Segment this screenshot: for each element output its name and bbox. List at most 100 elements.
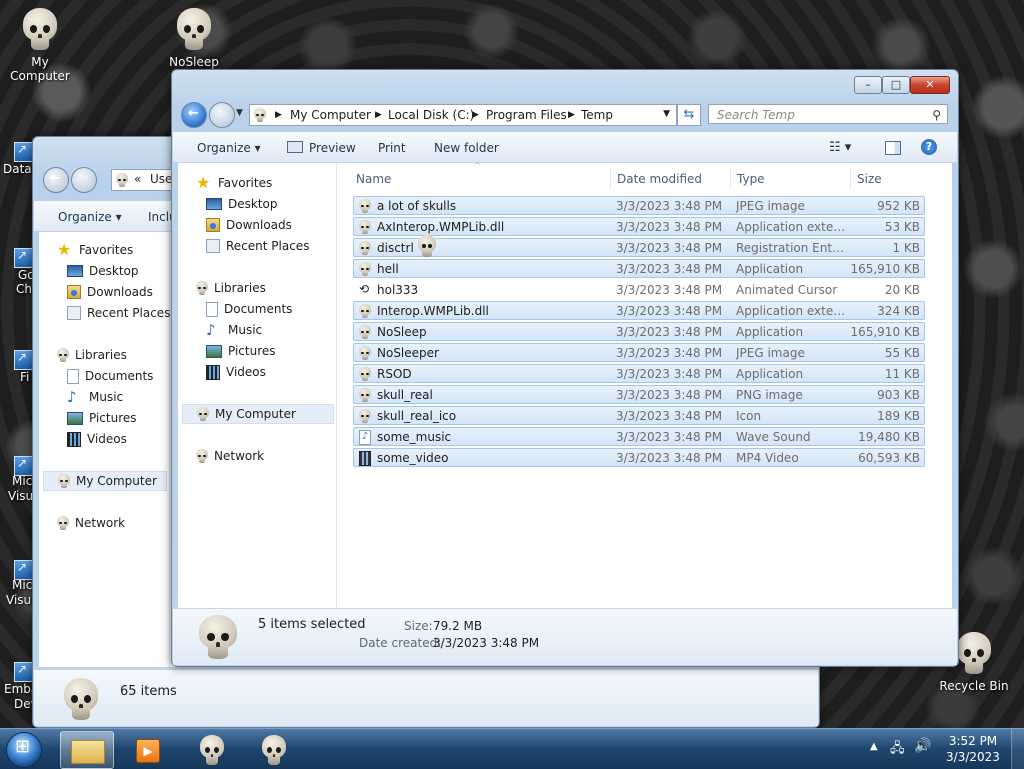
column-header-name[interactable]: Name [356,167,391,191]
desktop-icon-my-computer[interactable]: My Computer [0,8,80,83]
address-bar[interactable]: ▶ My Computer ▶ Local Disk (C:) ▶ Progra… [249,104,677,126]
nav-recent-places[interactable]: Recent Places [67,303,170,323]
nav-my-computer[interactable]: My Computer [43,471,167,491]
maximize-button[interactable]: □ [882,76,910,94]
file-row[interactable]: skull_real 3/3/2023 3:48 PM PNG image 903 K… [353,385,925,404]
main-explorer-window[interactable]: – □ ✕ ▼ ▶ My Computer ▶ Local Disk (C:) … [171,69,959,667]
file-row[interactable]: NoSleep 3/3/2023 3:48 PM Application 165,91… [353,322,925,341]
back-button[interactable] [43,167,69,193]
skull-icon [200,735,224,765]
file-row[interactable]: NoSleeper 3/3/2023 3:48 PM JPEG image 55 KB [353,343,925,362]
breadcrumb-separator-icon[interactable]: ▶ [375,107,382,123]
breadcrumb-local-disk[interactable]: Local Disk (C:) [388,107,474,123]
close-button[interactable]: ✕ [910,76,950,94]
start-button[interactable] [6,732,42,768]
clock[interactable]: 3:52 PM 3/3/2023 [940,733,1006,765]
back-button[interactable] [181,102,207,128]
desktop-icon [67,265,83,277]
recent-pages-dropdown-icon[interactable]: ▼ [236,108,243,118]
show-hidden-icons-icon[interactable]: ▲ [870,741,878,752]
nav-videos[interactable]: Videos [206,362,266,382]
nav-my-computer[interactable]: My Computer [182,404,334,424]
forward-button[interactable] [209,102,235,128]
file-row[interactable]: AxInterop.WMPLib.dll 3/3/2023 3:48 PM Appl… [353,217,925,236]
file-row[interactable]: RSOD 3/3/2023 3:48 PM Application 11 KB [353,364,925,383]
breadcrumb-my-computer[interactable]: My Computer [290,107,371,123]
shortcut-icon[interactable] [14,456,34,476]
shortcut-icon[interactable] [14,142,34,162]
show-desktop-button[interactable] [1011,729,1024,769]
address-dropdown-icon[interactable]: ▼ [663,109,670,119]
breadcrumb-separator-icon[interactable]: ▶ [568,107,575,123]
nav-recent-places[interactable]: Recent Places [206,236,309,256]
file-row[interactable]: skull_real_ico 3/3/2023 3:48 PM Icon 189 KB [353,406,925,425]
nav-music[interactable]: ♪ Music [67,387,123,407]
main-toolbar: Organize ▾ Preview Print New folder ☷ ▾ … [173,132,957,163]
nav-favorites[interactable]: ★ Favorites [196,173,272,193]
desktop-icon-nosleep[interactable]: NoSleep [154,8,234,69]
nav-documents[interactable]: Documents [206,299,292,319]
video-file-icon [359,451,371,466]
nav-downloads[interactable]: Downloads [67,282,153,302]
change-view-icon[interactable]: ☷ ▾ [829,139,851,157]
help-icon[interactable]: ? [921,139,937,155]
nav-desktop[interactable]: Desktop [206,194,278,214]
volume-icon[interactable]: 🔊 [914,738,931,754]
nav-videos[interactable]: Videos [67,429,127,449]
media-player-icon: ▶ [136,739,160,763]
nav-documents[interactable]: Documents [67,366,153,386]
taskbar-media-player-button[interactable]: ▶ [120,731,172,767]
breadcrumb-temp[interactable]: Temp [581,107,613,123]
file-row[interactable]: ♪ some_music 3/3/2023 3:48 PM Wave Sound 19,… [353,427,925,446]
network-icon[interactable]: 🖧 [890,739,905,761]
nav-libraries[interactable]: Libraries [57,345,127,365]
item-count: 65 items [120,684,177,699]
nav-pictures[interactable]: Pictures [206,341,276,361]
nav-pictures[interactable]: Pictures [67,408,137,428]
nav-libraries[interactable]: Libraries [196,278,266,298]
taskbar-skull-app-button[interactable] [248,731,300,767]
search-input[interactable]: Search Temp ⚲ [708,104,948,124]
breadcrumb-program-files[interactable]: Program Files [486,107,567,123]
breadcrumb-separator-icon[interactable]: ▶ [275,107,282,123]
print-button[interactable]: Print [378,139,406,157]
file-row[interactable]: hell 3/3/2023 3:48 PM Application 165,910 K… [353,259,925,278]
address-bar[interactable]: « Use [111,169,173,191]
shortcut-icon[interactable] [14,350,34,370]
file-row[interactable]: some_video 3/3/2023 3:48 PM MP4 Video 60,59… [353,448,925,467]
downloads-icon [67,285,81,299]
shortcut-icon[interactable] [14,560,34,580]
preview-pane-icon[interactable] [885,141,901,155]
nav-favorites[interactable]: ★ Favorites [57,240,133,260]
shortcut-icon[interactable] [14,662,34,682]
preview-button[interactable]: Preview [287,139,356,157]
file-row[interactable]: ⟲ hol333 3/3/2023 3:48 PM Animated Cursor 20… [353,280,925,299]
organize-button[interactable]: Organize ▾ [58,208,122,226]
file-row[interactable]: Interop.WMPLib.dll 3/3/2023 3:48 PM Applic… [353,301,925,320]
file-row[interactable]: disctrl 3/3/2023 3:48 PM Registration Entr… [353,238,925,257]
forward-button[interactable] [71,167,97,193]
refresh-button[interactable]: ⇆ [677,104,701,126]
nav-downloads[interactable]: Downloads [206,215,292,235]
shortcut-icon[interactable] [14,248,34,268]
nav-desktop[interactable]: Desktop [67,261,139,281]
nav-network[interactable]: Network [196,446,264,466]
nav-network[interactable]: Network [57,513,125,533]
skull-icon [177,8,211,50]
desktop-icon-label: NoSleep [169,55,219,69]
taskbar-explorer-button[interactable] [60,731,114,769]
videos-icon [67,431,81,447]
pictures-icon [67,411,83,425]
column-header-type[interactable]: Type [737,167,765,191]
file-row[interactable]: a lot of skulls 3/3/2023 3:48 PM JPEG imag… [353,196,925,215]
nav-music[interactable]: ♪ Music [206,320,262,340]
minimize-button[interactable]: – [854,76,882,94]
organize-button[interactable]: Organize ▾ [197,139,261,157]
skull-icon [359,409,371,423]
column-header-date-modified[interactable]: Date modified [617,167,702,191]
column-header-size[interactable]: Size [857,167,882,191]
taskbar-skull-app-button[interactable] [186,731,238,767]
address-text: Use [150,172,173,186]
new-folder-button[interactable]: New folder [434,139,499,157]
breadcrumb-separator-icon[interactable]: ▶ [472,107,479,123]
